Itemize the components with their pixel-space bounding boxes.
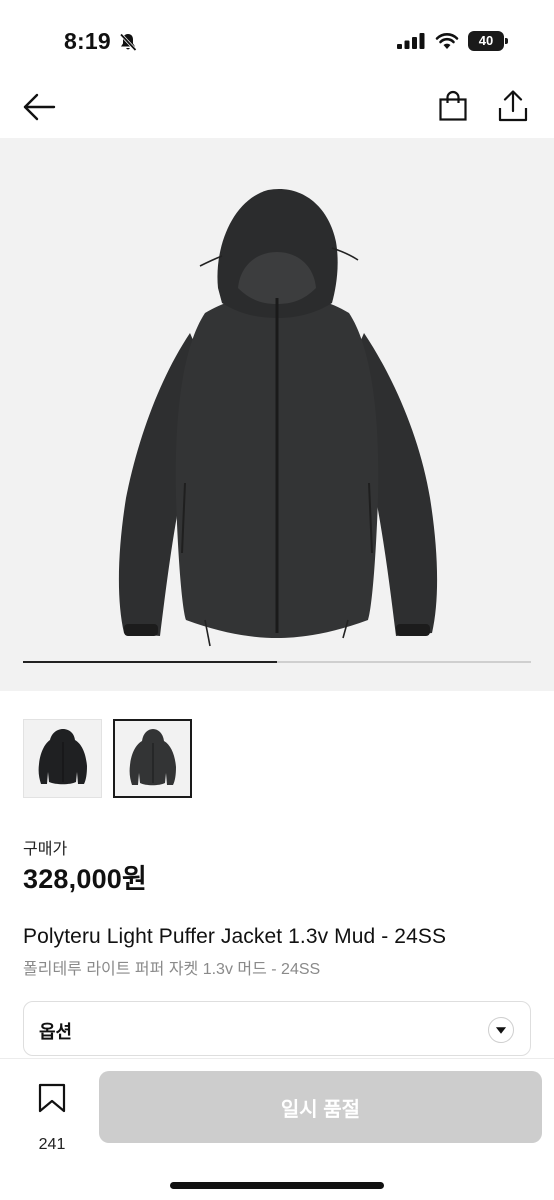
bookmark-icon xyxy=(38,1083,66,1113)
shopping-bag-icon[interactable] xyxy=(438,90,468,122)
battery-indicator: 40 xyxy=(468,31,508,51)
wishlist-button[interactable]: 241 xyxy=(30,1081,74,1153)
triangle-down-icon xyxy=(488,1017,514,1043)
bottom-action-bar: 241 일시 품절 xyxy=(0,1058,554,1200)
product-name-korean: 폴리테루 라이트 퍼퍼 자켓 1.3v 머드 - 24SS xyxy=(23,961,321,978)
share-icon[interactable] xyxy=(497,89,529,123)
option-select-label: 옵션 xyxy=(39,1022,73,1042)
product-image-gallery[interactable] xyxy=(0,138,554,691)
thumbnail-2-selected[interactable] xyxy=(113,719,192,798)
cellular-signal-icon xyxy=(397,33,425,49)
status-bar: 8:19 40 xyxy=(0,0,554,80)
bell-slash-icon xyxy=(119,33,137,52)
status-time: 8:19 xyxy=(64,28,111,54)
product-detail-screen: 8:19 40 구매가 328,000원 Polyteru Light Puff… xyxy=(0,0,554,1200)
thumbnail-1-photo xyxy=(38,729,87,785)
price-label: 구매가 xyxy=(23,841,68,858)
gallery-progress-fill xyxy=(23,661,277,663)
product-name: Polyteru Light Puffer Jacket 1.3v Mud - … xyxy=(23,925,447,948)
wishlist-count: 241 xyxy=(38,1136,66,1153)
sold-out-button[interactable]: 일시 품절 xyxy=(99,1071,542,1143)
option-select[interactable]: 옵션 xyxy=(23,1001,531,1056)
price-value: 328,000원 xyxy=(23,864,148,894)
home-indicator xyxy=(170,1182,384,1189)
arrow-left-icon[interactable] xyxy=(22,92,56,122)
thumbnail-2-photo xyxy=(129,729,176,786)
gallery-progress-track xyxy=(23,661,531,663)
top-nav-bar xyxy=(0,80,554,136)
battery-tip xyxy=(505,38,508,44)
battery-level: 40 xyxy=(468,31,504,51)
thumbnail-1[interactable] xyxy=(23,719,102,798)
product-photo-jacket xyxy=(118,188,438,647)
wifi-icon xyxy=(435,33,459,49)
